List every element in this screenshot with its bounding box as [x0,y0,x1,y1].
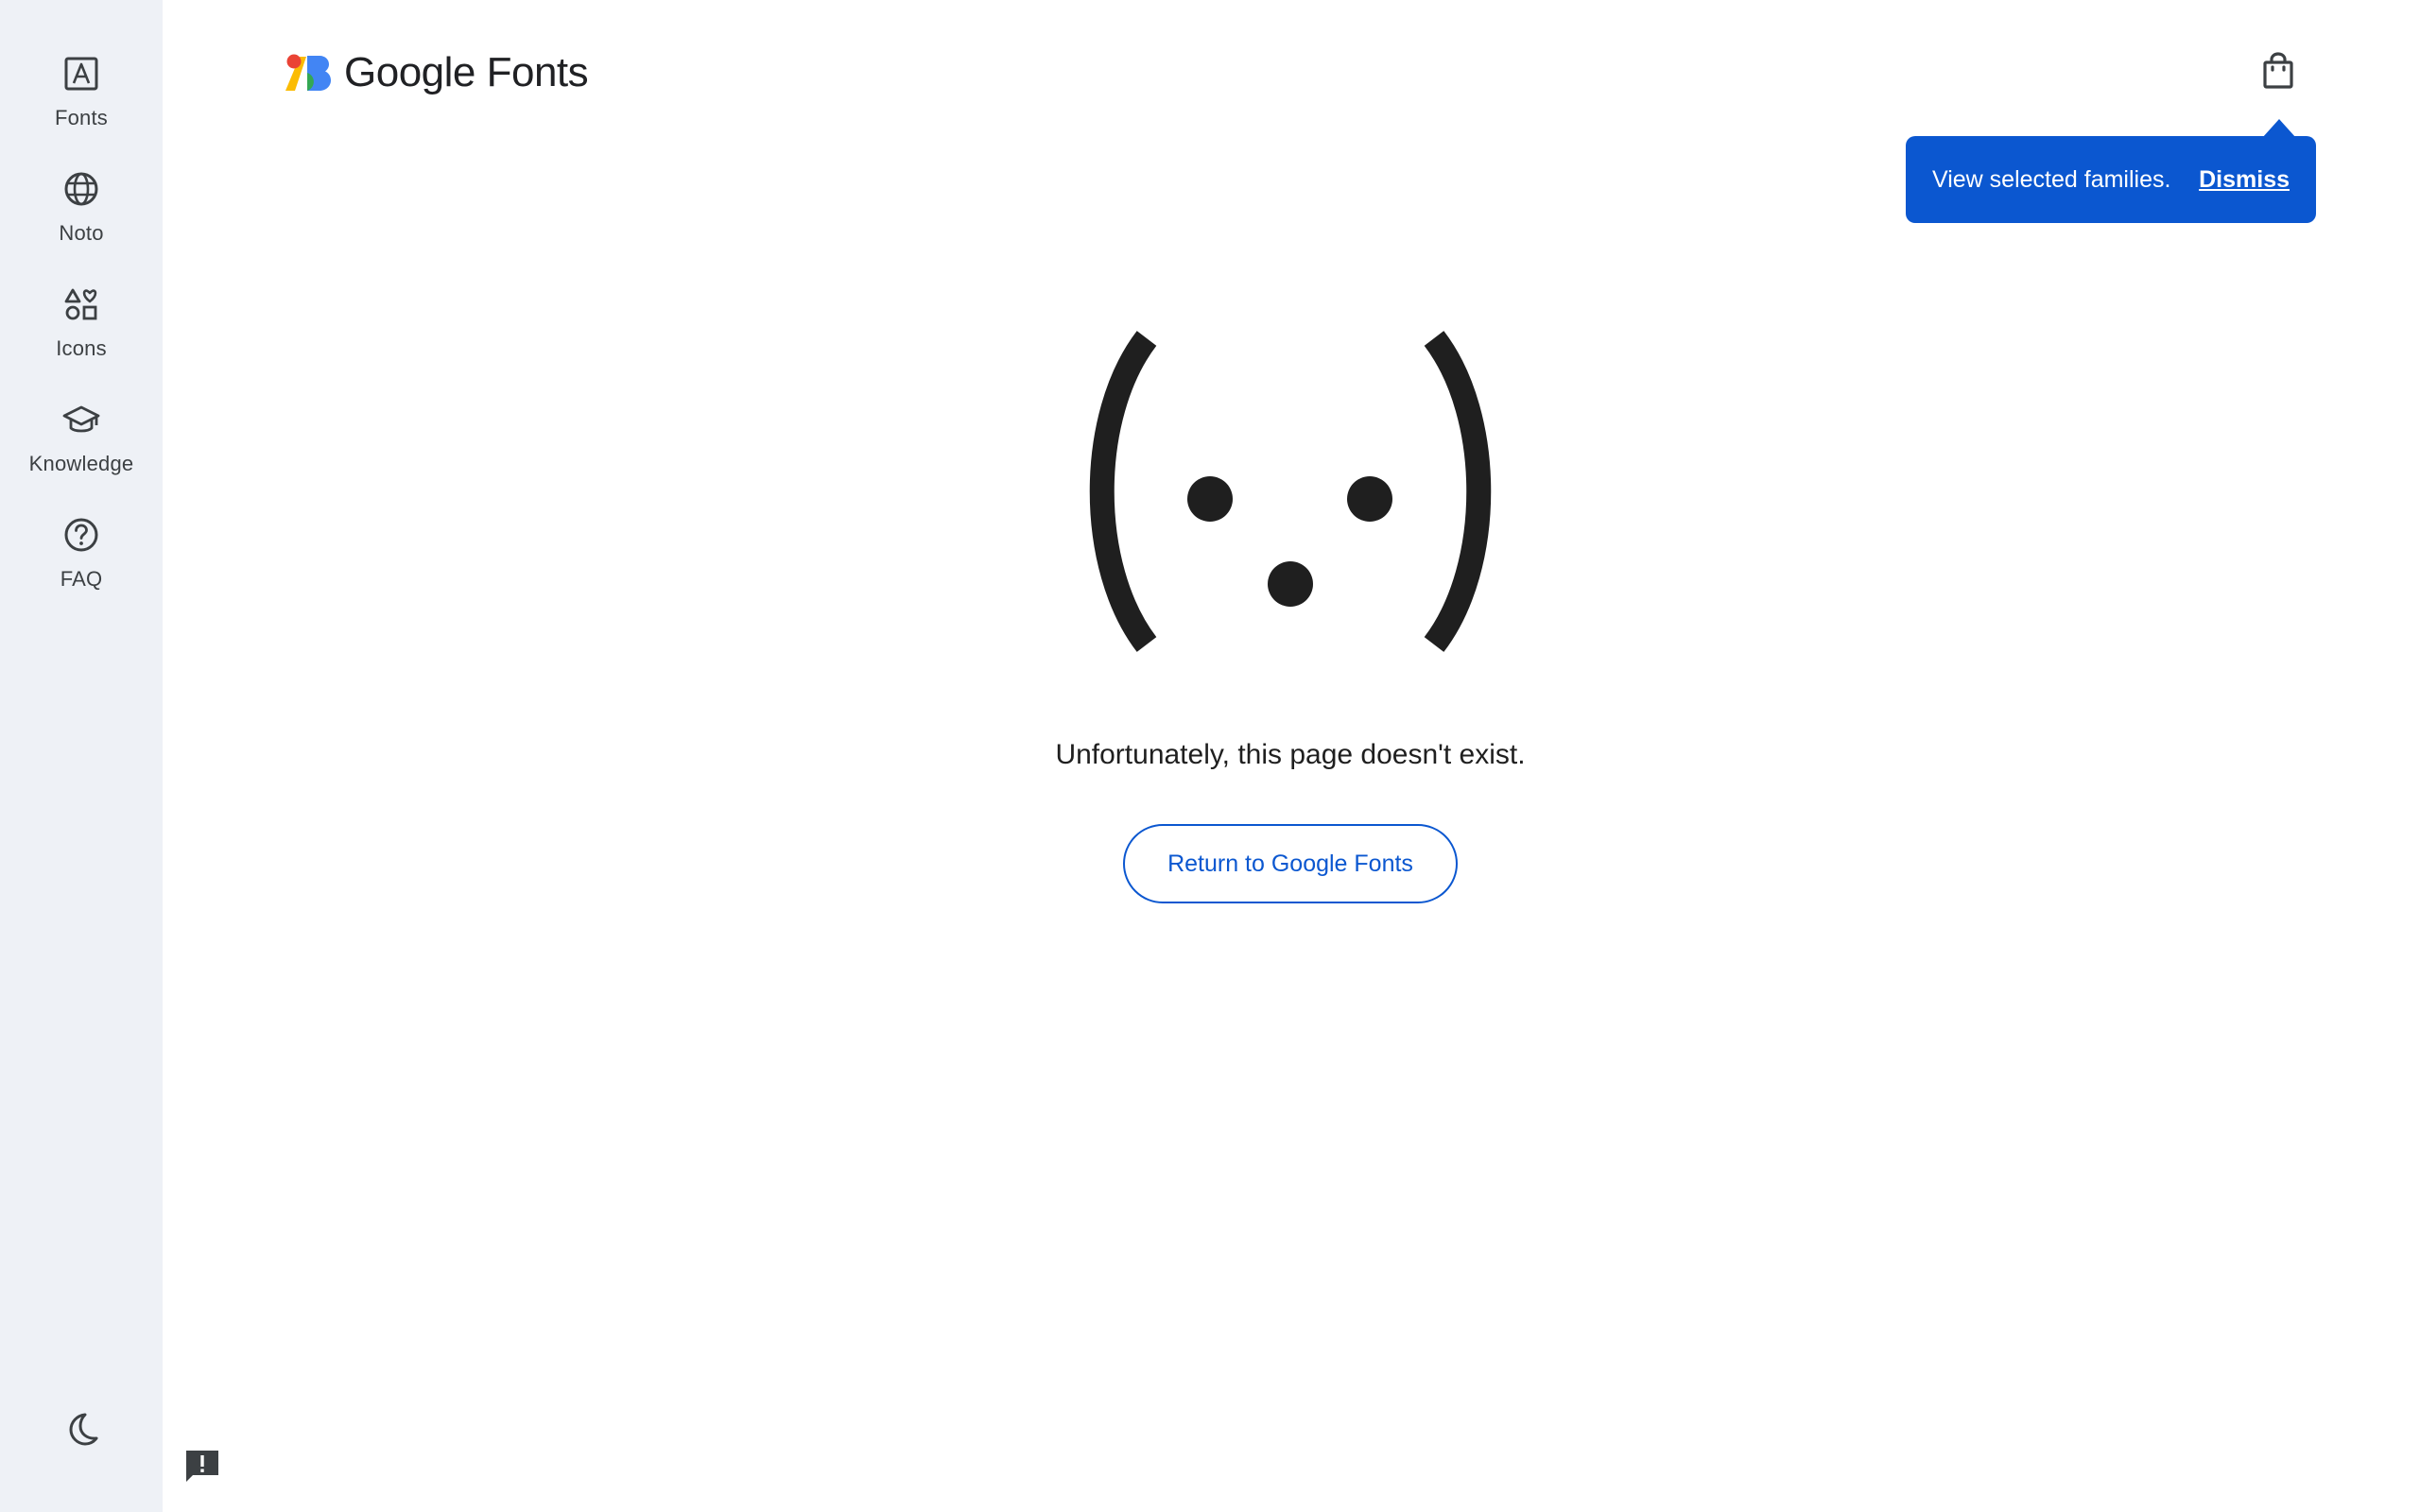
sidebar-item-noto[interactable]: Noto [0,153,163,257]
error-illustration [1078,331,1503,652]
sidebar-item-knowledge[interactable]: Knowledge [0,384,163,488]
tooltip-arrow [2262,119,2296,138]
google-fonts-logo-icon [284,53,333,93]
sidebar-item-fonts[interactable]: Fonts [0,38,163,142]
globe-icon [62,170,100,208]
sidebar-item-label: FAQ [60,567,103,591]
text-box-icon [62,55,100,93]
school-icon [62,401,100,438]
logo-text: Google Fonts [344,49,589,95]
selected-families-tooltip: View selected families. Dismiss [1906,136,2316,223]
selected-families-button[interactable] [2259,51,2297,94]
shapes-icon [62,285,100,323]
sidebar-item-icons[interactable]: Icons [0,268,163,372]
app: Fonts Noto Icons Knowledge FAQ Google Fo… [0,0,2420,1512]
sidebar-item-faq[interactable]: FAQ [0,499,163,603]
sidebar-item-label: Knowledge [28,452,134,475]
sidebar-item-label: Icons [56,336,107,360]
moon-icon [62,1410,100,1452]
feedback-button[interactable] [183,1450,221,1487]
dark-mode-toggle[interactable] [62,1412,100,1450]
google-fonts-logo[interactable]: Google Fonts [284,49,589,96]
feedback-icon [183,1448,221,1490]
shopping-bag-icon [2261,51,2295,94]
error-message: Unfortunately, this page doesn't exist. [1055,739,1526,770]
tooltip-text: View selected families. [1932,165,2171,193]
return-to-google-fonts-button[interactable]: Return to Google Fonts [1123,824,1458,903]
help-circle-icon [62,516,100,554]
sidebar-item-label: Fonts [54,106,109,129]
dismiss-link[interactable]: Dismiss [2199,166,2290,194]
sidebar-item-label: Noto [59,221,104,245]
